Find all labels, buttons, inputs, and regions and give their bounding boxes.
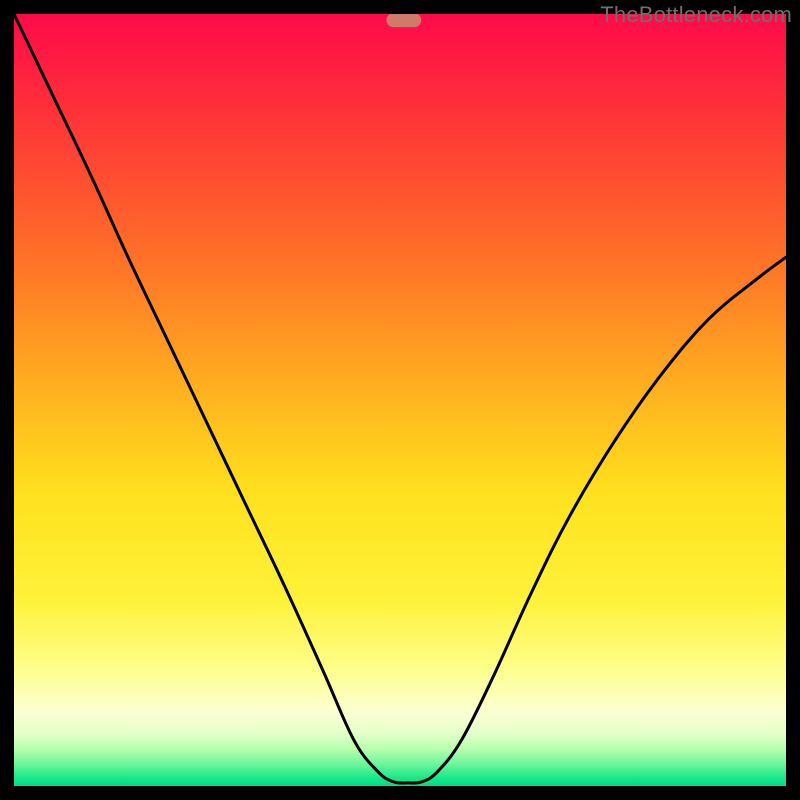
plot-area — [14, 14, 786, 786]
chart-stage: TheBottleneck.com — [0, 0, 800, 800]
chart-svg — [14, 14, 786, 786]
optimum-marker — [386, 14, 421, 27]
gradient-background — [14, 14, 786, 786]
watermark-label: TheBottleneck.com — [600, 2, 792, 28]
